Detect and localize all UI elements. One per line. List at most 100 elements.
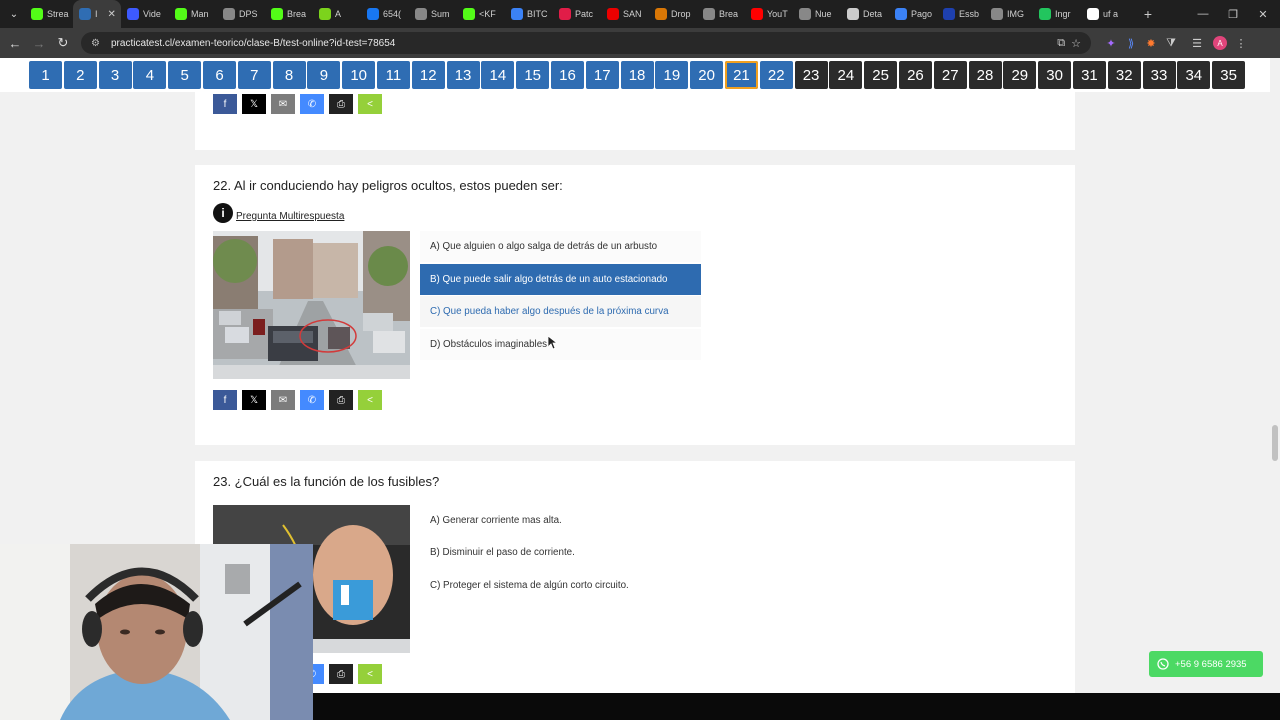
forward-icon[interactable]: → (27, 36, 51, 51)
address-bar[interactable]: ⚙ practicatest.cl/examen-teorico/clase-B… (81, 32, 1091, 54)
question-nav-button-9[interactable]: 9 (307, 61, 341, 89)
question-nav-button-5[interactable]: 5 (168, 61, 202, 89)
question-type-link[interactable]: Pregunta Multirespuesta (236, 211, 344, 222)
question-nav-button-28[interactable]: 28 (968, 61, 1002, 89)
browser-tab[interactable]: Nue (793, 0, 841, 28)
messenger-share-icon[interactable]: ✆ (300, 94, 324, 114)
question-nav-button-14[interactable]: 14 (481, 61, 515, 89)
question-nav-button-13[interactable]: 13 (446, 61, 480, 89)
question-nav-button-26[interactable]: 26 (898, 61, 932, 89)
question-nav-button-23[interactable]: 23 (794, 61, 828, 89)
question-nav-button-24[interactable]: 24 (829, 61, 863, 89)
browser-tab[interactable]: DPS (217, 0, 265, 28)
question-nav-button-18[interactable]: 18 (620, 61, 654, 89)
new-tab-button[interactable]: + (1137, 6, 1159, 22)
question-nav-button-12[interactable]: 12 (411, 61, 445, 89)
question-nav-button-6[interactable]: 6 (202, 61, 236, 89)
browser-tab[interactable]: Essb (937, 0, 985, 28)
email-share-icon[interactable]: ✉ (271, 390, 295, 410)
option-a[interactable]: A) Generar corriente mas alta. (420, 505, 701, 536)
x-share-icon[interactable]: 𝕏 (242, 94, 266, 114)
share-icon[interactable]: < (358, 390, 382, 410)
question-nav-button-15[interactable]: 15 (516, 61, 550, 89)
browser-tab[interactable]: <KF (457, 0, 505, 28)
profile-avatar[interactable]: A (1213, 36, 1227, 50)
browser-tab[interactable]: Man (169, 0, 217, 28)
question-nav-button-20[interactable]: 20 (690, 61, 724, 89)
email-share-icon[interactable]: ✉ (271, 94, 295, 114)
option-b[interactable]: B) Disminuir el paso de corriente. (420, 537, 701, 568)
tab-search-icon[interactable]: ⌄ (3, 3, 25, 25)
share-icon[interactable]: < (358, 94, 382, 114)
question-nav-button-21[interactable]: 21 (724, 61, 758, 89)
print-icon[interactable]: ⎙ (329, 664, 353, 684)
extension-icon[interactable]: ✸ (1141, 37, 1161, 50)
browser-tab[interactable]: Pago (889, 0, 937, 28)
browser-tab[interactable]: SAN (601, 0, 649, 28)
x-share-icon[interactable]: 𝕏 (242, 390, 266, 410)
option-c[interactable]: C) Que pueda haber algo después de la pr… (420, 296, 701, 327)
share-icon[interactable]: < (358, 664, 382, 684)
question-nav-button-10[interactable]: 10 (342, 61, 376, 89)
print-icon[interactable]: ⎙ (329, 390, 353, 410)
question-nav-button-31[interactable]: 31 (1072, 61, 1106, 89)
question-nav-button-17[interactable]: 17 (585, 61, 619, 89)
browser-tab[interactable]: Drop (649, 0, 697, 28)
browser-tab[interactable]: 654( (361, 0, 409, 28)
option-b-selected[interactable]: B) Que puede salir algo detrás de un aut… (420, 264, 701, 295)
facebook-share-icon[interactable]: f (213, 94, 237, 114)
tab-close-icon[interactable]: ✕ (108, 9, 116, 20)
question-nav-button-1[interactable]: 1 (29, 61, 62, 89)
question-nav-button-2[interactable]: 2 (63, 61, 97, 89)
option-c[interactable]: C) Proteger el sistema de algún corto ci… (420, 570, 701, 601)
scrollbar-thumb[interactable] (1272, 425, 1278, 461)
browser-tab[interactable]: Deta (841, 0, 889, 28)
question-nav-button-32[interactable]: 32 (1107, 61, 1141, 89)
question-nav-button-25[interactable]: 25 (864, 61, 898, 89)
browser-tab[interactable]: Brea (265, 0, 313, 28)
question-nav-button-30[interactable]: 30 (1038, 61, 1072, 89)
extension-icon[interactable]: ⟫ (1121, 37, 1141, 50)
browser-tab[interactable]: Vide (121, 0, 169, 28)
option-a[interactable]: A) Que alguien o algo salga de detrás de… (420, 231, 701, 262)
reading-list-icon[interactable]: ☰ (1187, 37, 1207, 50)
browser-tab[interactable]: uf a (1081, 0, 1129, 28)
browser-tab[interactable]: Ingr (1033, 0, 1081, 28)
menu-kebab-icon[interactable]: ⋮ (1231, 37, 1251, 50)
install-app-icon[interactable]: ⧉ (1057, 37, 1065, 50)
whatsapp-button[interactable]: +56 9 6586 2935 (1149, 651, 1263, 677)
browser-tab[interactable]: Strea (25, 0, 73, 28)
browser-tab[interactable]: Patc (553, 0, 601, 28)
browser-tab[interactable]: Brea (697, 0, 745, 28)
facebook-share-icon[interactable]: f (213, 390, 237, 410)
browser-tab[interactable]: BITC (505, 0, 553, 28)
site-info-icon[interactable]: ⚙ (91, 38, 105, 49)
browser-tab[interactable]: A (313, 0, 361, 28)
back-icon[interactable]: ← (3, 36, 27, 51)
extension-icon[interactable]: ✦ (1101, 37, 1121, 50)
question-nav-button-29[interactable]: 29 (1003, 61, 1037, 89)
close-window-button[interactable]: ✕ (1243, 0, 1280, 28)
question-nav-button-27[interactable]: 27 (933, 61, 967, 89)
browser-tab[interactable]: I ✕ (73, 0, 121, 28)
question-nav-button-34[interactable]: 34 (1177, 61, 1211, 89)
print-icon[interactable]: ⎙ (329, 94, 353, 114)
extensions-puzzle-icon[interactable]: ⧩ (1161, 37, 1181, 50)
question-nav-button-8[interactable]: 8 (272, 61, 306, 89)
option-d[interactable]: D) Obstáculos imaginables. (420, 329, 701, 360)
browser-tab[interactable]: YouT (745, 0, 793, 28)
question-nav-button-19[interactable]: 19 (655, 61, 689, 89)
reload-icon[interactable]: ↻ (51, 35, 75, 51)
page-scrollbar[interactable] (1270, 58, 1280, 720)
question-nav-button-7[interactable]: 7 (237, 61, 271, 89)
question-nav-button-16[interactable]: 16 (550, 61, 584, 89)
question-nav-button-33[interactable]: 33 (1142, 61, 1176, 89)
question-nav-button-11[interactable]: 11 (376, 61, 410, 89)
messenger-share-icon[interactable]: ✆ (300, 390, 324, 410)
question-nav-button-22[interactable]: 22 (759, 61, 793, 89)
question-nav-button-3[interactable]: 3 (98, 61, 132, 89)
question-nav-button-4[interactable]: 4 (133, 61, 167, 89)
browser-tab[interactable]: IMG (985, 0, 1033, 28)
bookmark-star-icon[interactable]: ☆ (1071, 37, 1081, 50)
question-nav-button-35[interactable]: 35 (1212, 61, 1246, 89)
